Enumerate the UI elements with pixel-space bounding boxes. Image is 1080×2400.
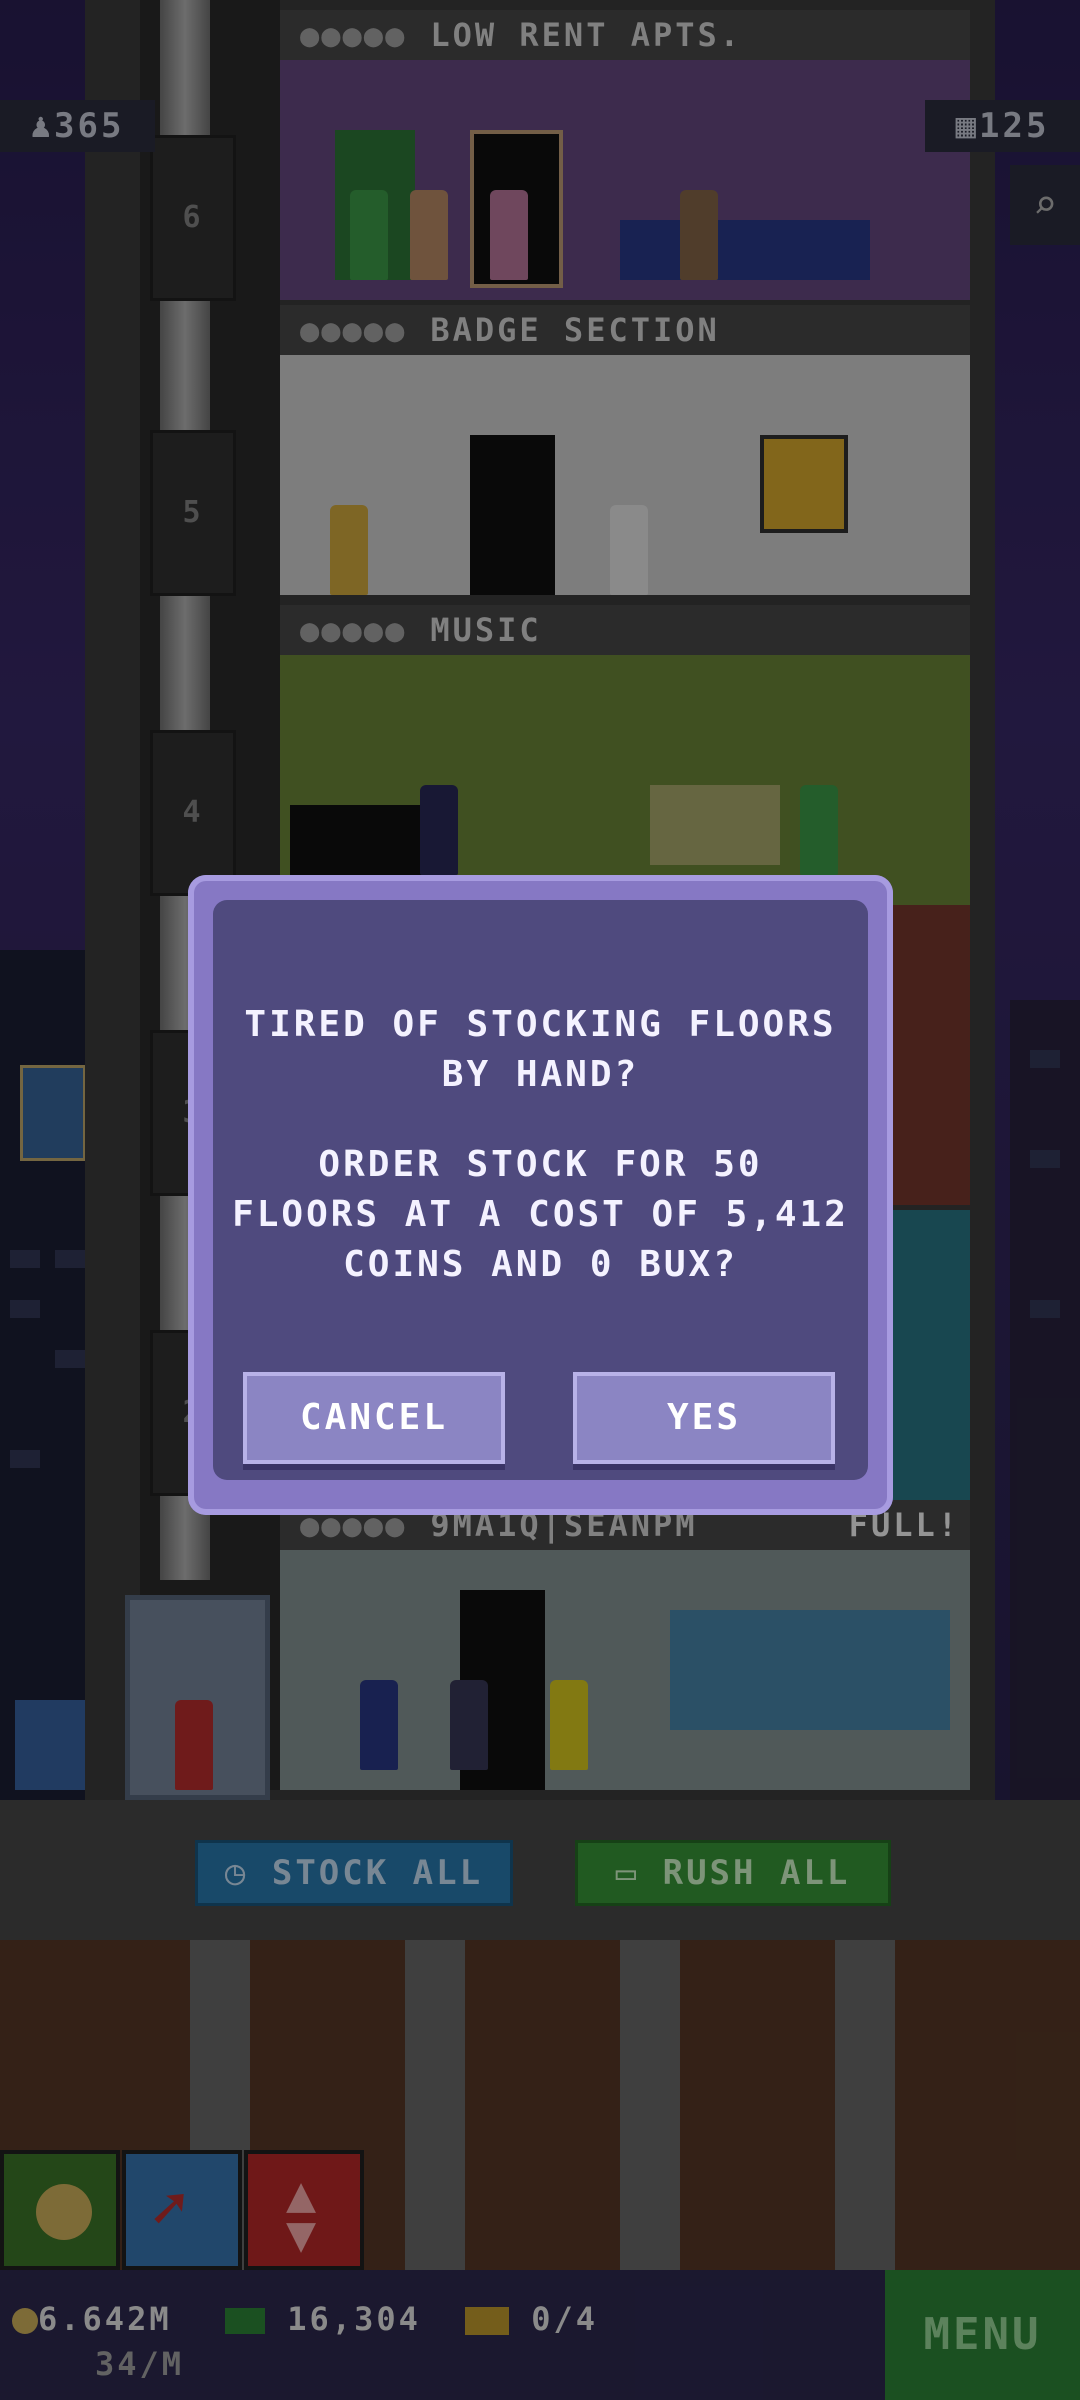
yes-button[interactable]: YES bbox=[573, 1372, 835, 1464]
stock-order-dialog: TIRED OF STOCKING FLOORS BY HAND? ORDER … bbox=[188, 875, 893, 1515]
cancel-button[interactable]: CANCEL bbox=[243, 1372, 505, 1464]
dialog-question: TIRED OF STOCKING FLOORS BY HAND? bbox=[244, 1004, 837, 1095]
dialog-message: ORDER STOCK FOR 50 FLOORS AT A COST OF 5… bbox=[232, 1144, 849, 1285]
